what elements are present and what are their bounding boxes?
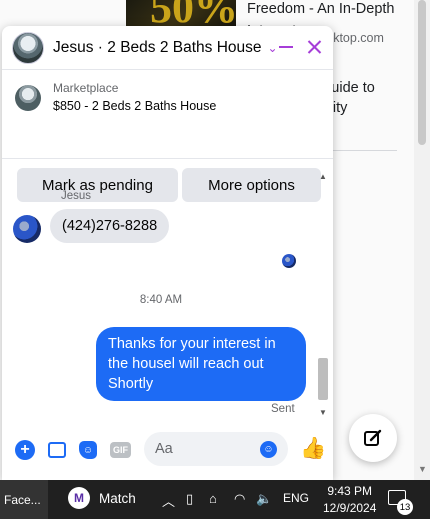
listing-card: Marketplace $850 - 2 Beds 2 Baths House …	[2, 71, 333, 202]
compose-icon	[364, 429, 382, 446]
chat-window: Jesus · 2 Beds 2 Baths House ⌄ Marketpla…	[2, 26, 333, 480]
sticker-icon[interactable]: ☺	[79, 441, 97, 459]
listing-price-title[interactable]: $850 - 2 Beds 2 Baths House	[53, 99, 216, 113]
scroll-down-icon[interactable]: ▼	[319, 408, 327, 417]
scrollbar-thumb[interactable]	[418, 0, 426, 145]
match-label: Match	[99, 490, 136, 506]
new-message-button[interactable]	[349, 414, 397, 462]
taskbar-app-match[interactable]: M Match	[68, 487, 136, 509]
volume-icon[interactable]: 🔈	[256, 491, 272, 507]
thumbs-up-icon[interactable]: 👍	[300, 437, 326, 461]
taskbar: Face... M Match ︿ ▯ ⌂ ◠ 🔈 ENG 9:43 PM 12…	[0, 480, 430, 519]
listing-thumbnail[interactable]	[15, 85, 41, 111]
incoming-message[interactable]: (424)276-8288	[50, 209, 170, 243]
image-icon[interactable]	[48, 442, 66, 458]
message-list: Jesus (424)276-8288 8:40 AM Thanks for y…	[2, 168, 333, 420]
emoji-icon[interactable]: ☺	[260, 441, 277, 458]
plus-icon[interactable]: +	[15, 440, 35, 460]
gif-icon[interactable]: GIF	[110, 442, 131, 458]
device-icon[interactable]: ▯	[186, 491, 193, 507]
message-composer: + ☺ GIF ☺ 👍	[2, 426, 333, 476]
listing-avatar[interactable]	[12, 31, 44, 64]
chat-header[interactable]: Jesus · 2 Beds 2 Baths House ⌄	[2, 26, 333, 70]
close-icon[interactable]	[304, 36, 326, 58]
clock-date: 12/9/2024	[323, 501, 377, 515]
message-scrollbar-thumb[interactable]	[318, 358, 328, 400]
taskbar-app-facebook[interactable]: Face...	[0, 480, 48, 519]
listing-label: Marketplace	[53, 81, 119, 95]
scroll-down-arrow-icon[interactable]: ▼	[418, 464, 427, 474]
message-scrollbar[interactable]: ▲ ▼	[316, 172, 330, 418]
time-separator: 8:40 AM	[139, 294, 183, 306]
sender-avatar[interactable]	[13, 215, 41, 243]
minimize-icon[interactable]	[279, 46, 293, 48]
wifi-icon[interactable]: ◠	[234, 491, 245, 507]
clock-time: 9:43 PM	[327, 484, 373, 498]
clock[interactable]: 9:43 PM 12/9/2024	[323, 483, 376, 517]
outgoing-message[interactable]: Thanks for your interest in the housel w…	[96, 327, 306, 401]
scroll-up-icon[interactable]: ▲	[319, 172, 327, 181]
notification-badge: 13	[397, 499, 413, 515]
match-logo-icon: M	[68, 487, 90, 509]
page-scrollbar[interactable]	[414, 0, 430, 480]
language-indicator[interactable]: ENG	[283, 491, 309, 505]
meet-icon[interactable]: ⌂	[209, 491, 217, 506]
chat-title[interactable]: Jesus · 2 Beds 2 Baths House	[53, 39, 262, 57]
sender-name: Jesus	[61, 190, 92, 202]
chevron-up-icon[interactable]: ︿	[162, 491, 175, 510]
chevron-down-icon[interactable]: ⌄	[268, 41, 278, 55]
message-status: Sent	[271, 403, 295, 415]
seen-avatar	[282, 254, 296, 268]
